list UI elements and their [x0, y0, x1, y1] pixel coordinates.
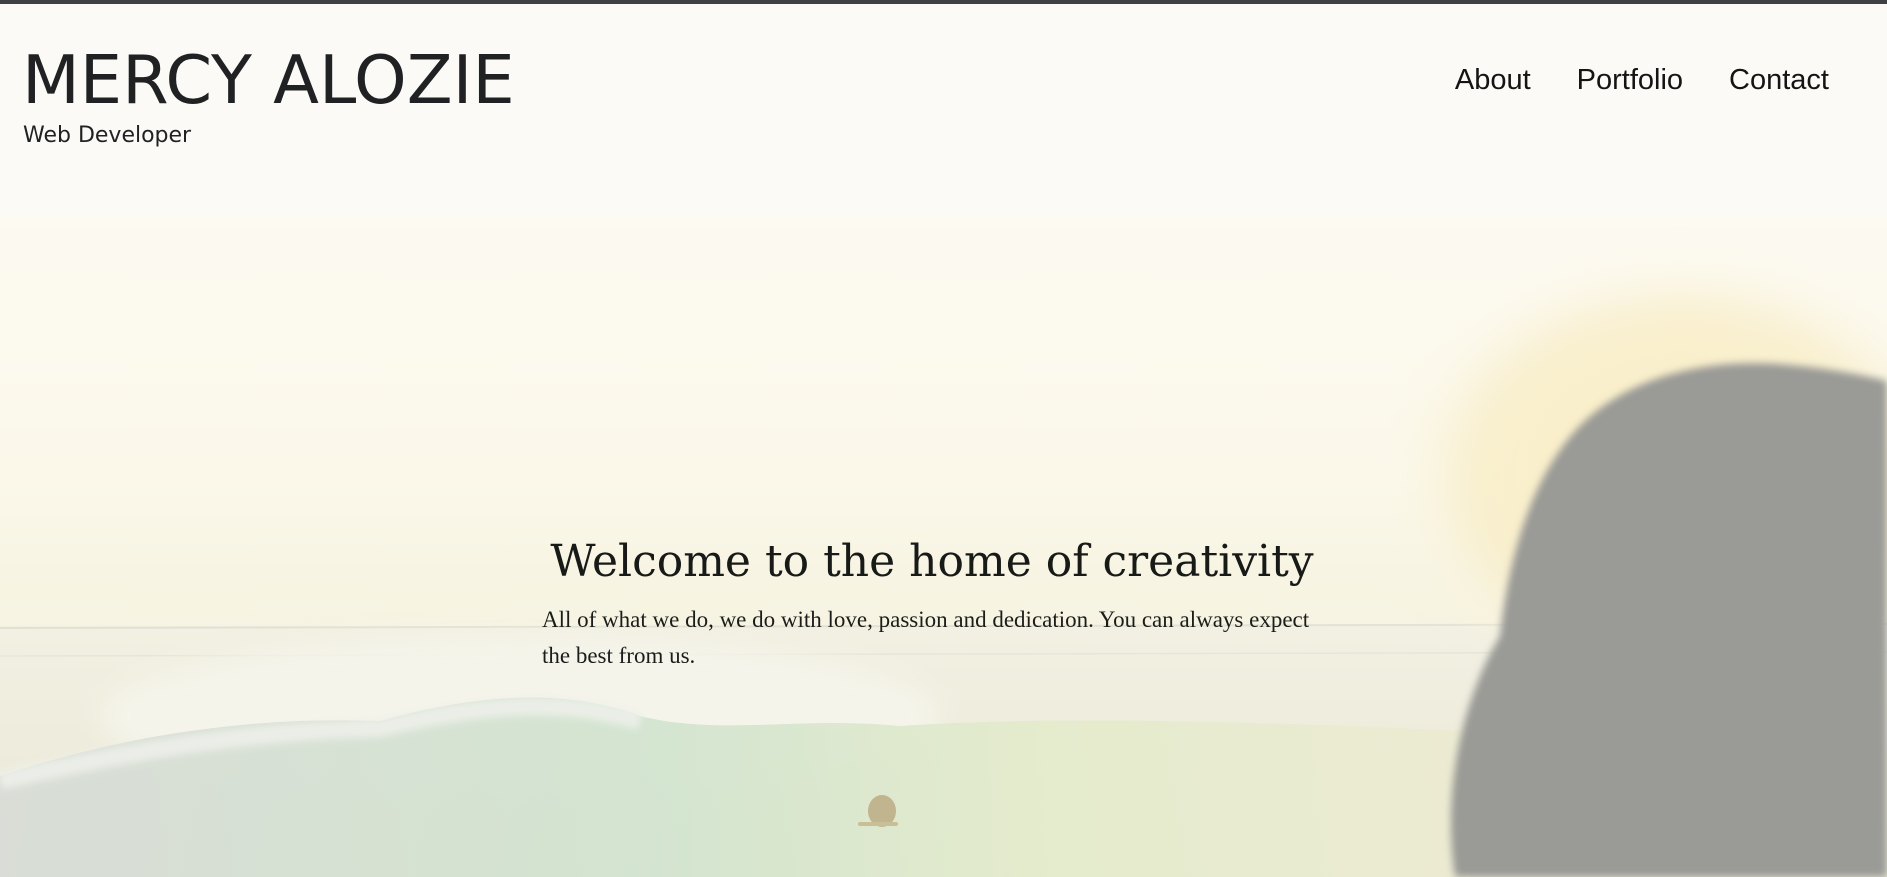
main-nav: About Portfolio Contact: [1455, 62, 1829, 98]
site-header: MERCY ALOZIE Web Developer About Portfol…: [0, 4, 1887, 216]
hero-description: All of what we do, we do with love, pass…: [542, 607, 1310, 668]
page: MERCY ALOZIE Web Developer About Portfol…: [0, 0, 1887, 877]
site-subtitle: Web Developer: [23, 123, 192, 148]
nav-link-about[interactable]: About: [1455, 62, 1531, 98]
hero-content: Welcome to the home of creativity All of…: [542, 534, 1322, 674]
hero-title: Welcome to the home of creativity: [550, 536, 1314, 587]
nav-link-portfolio[interactable]: Portfolio: [1577, 62, 1683, 98]
hero-section: Welcome to the home of creativity All of…: [0, 216, 1887, 877]
nav-link-contact[interactable]: Contact: [1729, 62, 1829, 98]
site-title: MERCY ALOZIE: [22, 41, 515, 119]
